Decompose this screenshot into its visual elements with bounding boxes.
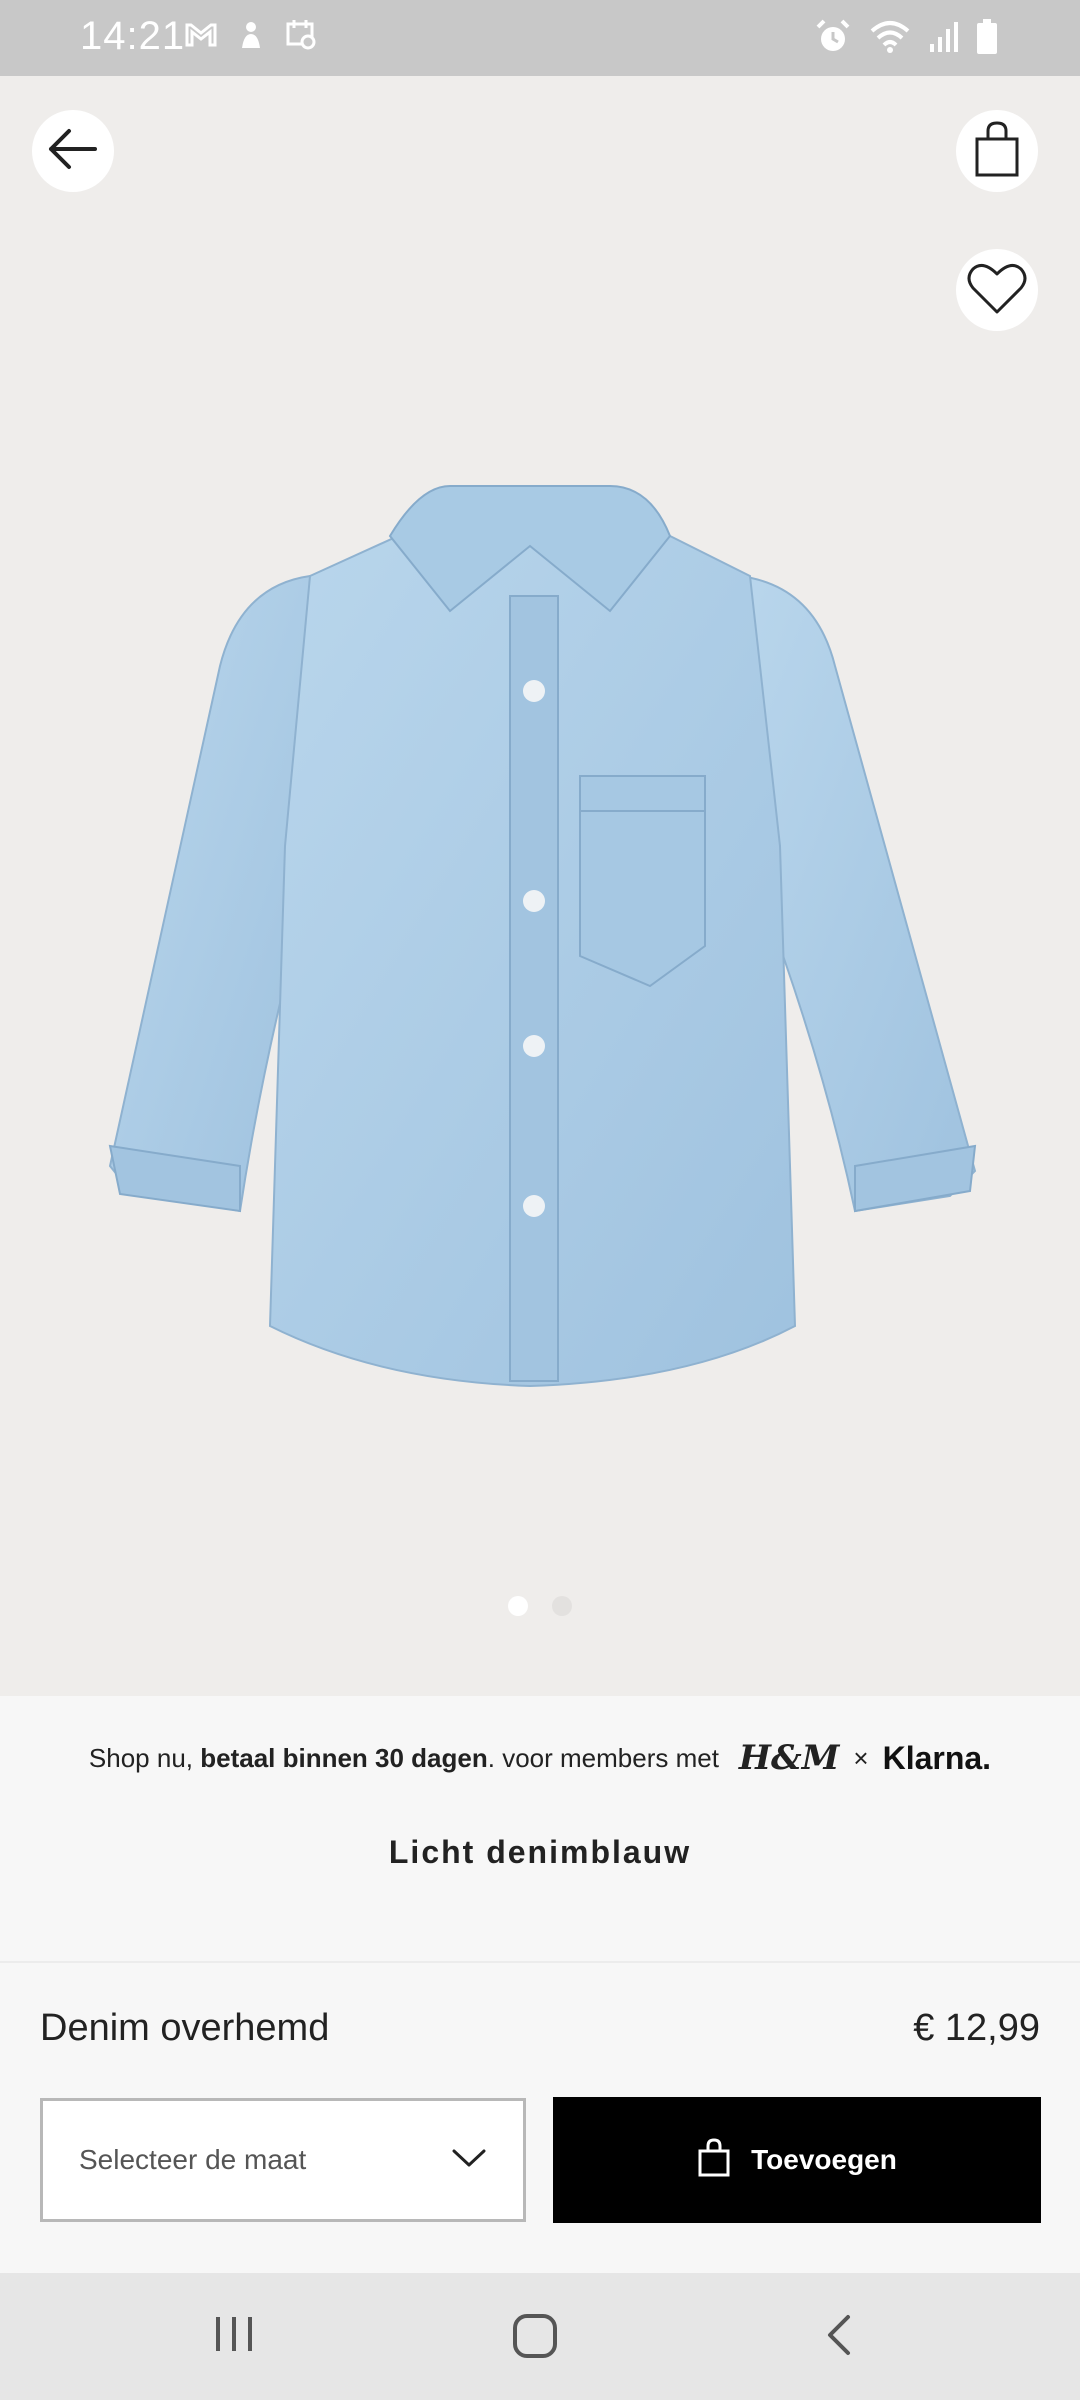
promo-text: Shop nu, betaal binnen 30 dagen. voor me… xyxy=(89,1743,719,1774)
gmail-icon xyxy=(184,18,218,57)
back-button[interactable] xyxy=(32,110,114,192)
size-select-placeholder: Selecteer de maat xyxy=(79,2144,307,2175)
arrow-left-icon xyxy=(43,119,103,184)
heart-icon xyxy=(967,260,1027,321)
home-icon[interactable] xyxy=(510,2311,560,2366)
pagination-dot-1[interactable] xyxy=(508,1596,528,1616)
size-select[interactable]: Selecteer de maat xyxy=(40,2098,526,2222)
product-price: € 12,99 xyxy=(913,2007,1040,2049)
product-image xyxy=(90,446,990,1396)
recent-apps-icon[interactable] xyxy=(212,2311,256,2362)
promo-emphasis: betaal binnen 30 dagen xyxy=(200,1742,488,1773)
add-to-bag-label: Toevoegen xyxy=(751,2144,897,2175)
product-info: Shop nu, betaal binnen 30 dagen. voor me… xyxy=(0,1696,1080,1961)
battery-icon xyxy=(976,19,998,60)
favorite-button[interactable] xyxy=(956,249,1038,331)
signal-icon xyxy=(928,20,958,59)
chevron-down-icon xyxy=(451,2147,487,2174)
status-time: 14:21 xyxy=(80,14,186,58)
status-left-icons xyxy=(184,18,318,57)
status-bar: 14:21 xyxy=(0,0,1080,76)
calendar-icon xyxy=(284,18,318,57)
color-name: Licht denimblauw xyxy=(388,1834,692,1870)
system-nav-bar xyxy=(0,2273,1080,2400)
gallery-pagination xyxy=(0,1596,1080,1616)
shopping-bag-button[interactable] xyxy=(956,110,1038,192)
add-to-bag-button[interactable]: Toevoegen xyxy=(553,2097,1041,2223)
wifi-icon xyxy=(870,19,910,60)
klarna-logo: Klarna. xyxy=(882,1739,992,1776)
notification-icon xyxy=(234,18,268,57)
hm-logo: H&M xyxy=(738,1738,840,1778)
promo-suffix: . voor members met xyxy=(487,1742,719,1773)
shopping-bag-icon xyxy=(697,2137,731,2183)
pagination-dot-2[interactable] xyxy=(552,1596,572,1616)
promo-prefix: Shop nu, xyxy=(88,1742,201,1773)
shopping-bag-icon xyxy=(971,119,1023,184)
alarm-icon xyxy=(814,18,852,61)
payment-promo[interactable]: Shop nu, betaal binnen 30 dagen. voor me… xyxy=(0,1738,1080,1778)
system-back-icon[interactable] xyxy=(820,2311,860,2364)
product-gallery[interactable] xyxy=(0,76,1080,1696)
status-right-icons xyxy=(814,18,998,61)
partner-separator: × xyxy=(853,1742,869,1773)
purchase-panel: Denim overhemd € 12,99 Selecteer de maat… xyxy=(0,1961,1080,2273)
product-title: Denim overhemd xyxy=(40,2007,330,2049)
partner-logos: H&M × Klarna. xyxy=(739,1738,991,1778)
